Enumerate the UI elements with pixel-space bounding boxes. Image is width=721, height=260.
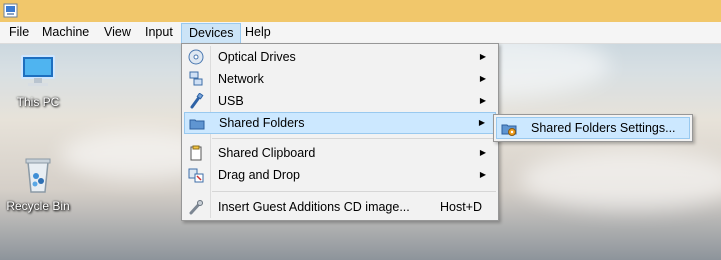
desktop-icon-this-pc[interactable]: This PC (0, 52, 78, 109)
desktop-icon-label: This PC (16, 95, 60, 109)
shared-folders-submenu: Shared Folders Settings... (493, 114, 693, 142)
submenu-arrow-icon: ▶ (479, 52, 486, 61)
virtualbox-app-icon[interactable] (3, 3, 18, 18)
menu-item-label: Shared Folders (219, 116, 305, 130)
menu-separator (212, 138, 496, 139)
menu-item-shared-clipboard[interactable]: Shared Clipboard ▶ (184, 142, 496, 164)
submenu-arrow-icon: ▶ (479, 170, 486, 179)
folder-icon (189, 119, 205, 130)
menu-input[interactable]: Input (138, 22, 180, 43)
menu-item-label: Network (218, 72, 264, 86)
devices-dropdown-menu: Optical Drives ▶ Network ▶ USB ▶ Shared … (181, 43, 499, 221)
menu-machine[interactable]: Machine (35, 22, 96, 43)
menu-file[interactable]: File (2, 22, 36, 43)
menu-item-label: USB (218, 94, 244, 108)
submenu-arrow-icon: ▶ (479, 148, 486, 157)
optical-disc-icon (188, 49, 204, 65)
submenu-arrow-icon: ▶ (479, 96, 486, 105)
menu-item-drag-and-drop[interactable]: Drag and Drop ▶ (184, 164, 496, 186)
submenu-arrow-icon: ▶ (478, 118, 485, 127)
menu-item-label: Insert Guest Additions CD image... (218, 200, 410, 214)
menu-item-label: Shared Clipboard (218, 146, 316, 160)
menu-item-shared-folders-settings[interactable]: Shared Folders Settings... (496, 117, 690, 139)
wallpaper-cloud (520, 150, 721, 210)
menu-item-insert-guest-additions[interactable]: Insert Guest Additions CD image... Host+… (184, 196, 496, 218)
folder-settings-icon (501, 124, 517, 136)
menu-help[interactable]: Help (238, 22, 278, 43)
menu-item-shared-folders[interactable]: Shared Folders ▶ (184, 112, 496, 134)
menu-item-optical-drives[interactable]: Optical Drives ▶ (184, 46, 496, 68)
clipboard-icon (190, 145, 202, 161)
guest-additions-icon (189, 200, 203, 215)
menu-item-label: Drag and Drop (218, 168, 300, 182)
menu-devices[interactable]: Devices (181, 23, 242, 44)
desktop-icon-label: Recycle Bin (6, 199, 70, 213)
window-titlebar (0, 0, 721, 22)
recycle-bin-icon (25, 158, 51, 193)
submenu-arrow-icon: ▶ (479, 74, 486, 83)
menu-item-label: Shared Folders Settings... (531, 121, 676, 135)
menu-bar: File Machine View Input Devices Help (0, 22, 721, 44)
network-icon (189, 71, 203, 86)
menu-item-network[interactable]: Network ▶ (184, 68, 496, 90)
drag-drop-icon (188, 168, 204, 183)
menu-item-label: Optical Drives (218, 50, 296, 64)
desktop-icon-recycle-bin[interactable]: Recycle Bin (0, 156, 78, 213)
menu-separator (212, 191, 496, 192)
computer-icon (21, 55, 55, 86)
usb-icon (190, 93, 204, 109)
menu-item-shortcut: Host+D (439, 200, 482, 214)
menu-item-usb[interactable]: USB ▶ (184, 90, 496, 112)
menu-view[interactable]: View (97, 22, 138, 43)
